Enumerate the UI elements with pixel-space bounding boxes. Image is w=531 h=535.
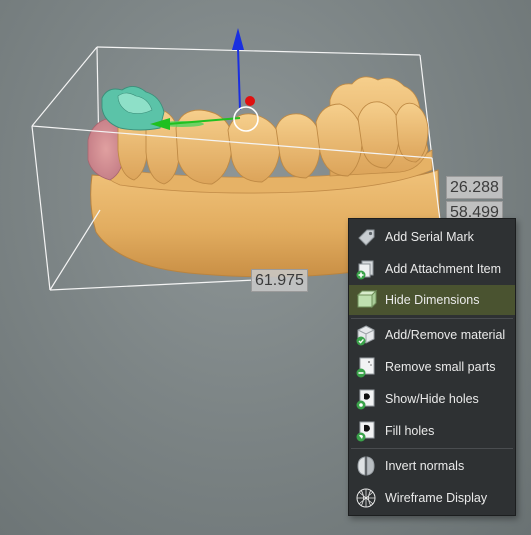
menu-item-label: Hide Dimensions	[385, 293, 480, 307]
menu-item-show-hide-holes[interactable]: Show/Hide holes	[349, 384, 515, 414]
menu-item-label: Remove small parts	[385, 360, 496, 374]
menu-separator	[351, 448, 513, 449]
height-dimension-label: 26.288	[446, 176, 503, 199]
menu-item-label: Invert normals	[385, 459, 465, 473]
wireframe-mesh-icon	[356, 488, 376, 508]
remove-parts-icon	[356, 357, 375, 378]
width-dimension-label: 61.975	[251, 269, 308, 292]
holes-eye-icon	[356, 389, 375, 410]
menu-item-label: Wireframe Display	[385, 491, 488, 505]
serial-mark-tag-icon	[358, 229, 375, 246]
dimensions-box-icon	[356, 289, 377, 309]
material-cube-icon	[356, 325, 375, 346]
fill-holes-icon	[356, 421, 375, 442]
menu-separator	[351, 318, 513, 319]
menu-item-remove-small-parts[interactable]: Remove small parts	[349, 352, 515, 382]
invert-normals-icon	[357, 456, 375, 476]
menu-item-invert-normals[interactable]: Invert normals	[349, 451, 515, 481]
menu-item-label: Add/Remove material	[385, 328, 506, 342]
menu-item-label: Add Serial Mark	[385, 230, 474, 244]
menu-item-label: Add Attachment Item	[385, 262, 502, 276]
attachment-item-icon	[356, 260, 374, 280]
menu-item-label: Fill holes	[385, 424, 435, 438]
context-menu: Add Serial Mark Add Attachment Item Hide…	[348, 218, 516, 516]
z-axis-arrow-icon	[232, 28, 244, 50]
menu-item-fill-holes[interactable]: Fill holes	[349, 416, 515, 446]
menu-item-hide-dimensions[interactable]: Hide Dimensions	[349, 285, 515, 315]
x-axis-handle-icon	[245, 96, 255, 106]
menu-item-label: Show/Hide holes	[385, 392, 479, 406]
menu-item-add-serial-mark[interactable]: Add Serial Mark	[349, 222, 515, 252]
menu-item-add-attachment-item[interactable]: Add Attachment Item	[349, 254, 515, 284]
menu-item-add-remove-material[interactable]: Add/Remove material	[349, 320, 515, 350]
menu-item-wireframe-display[interactable]: Wireframe Display	[349, 483, 515, 513]
